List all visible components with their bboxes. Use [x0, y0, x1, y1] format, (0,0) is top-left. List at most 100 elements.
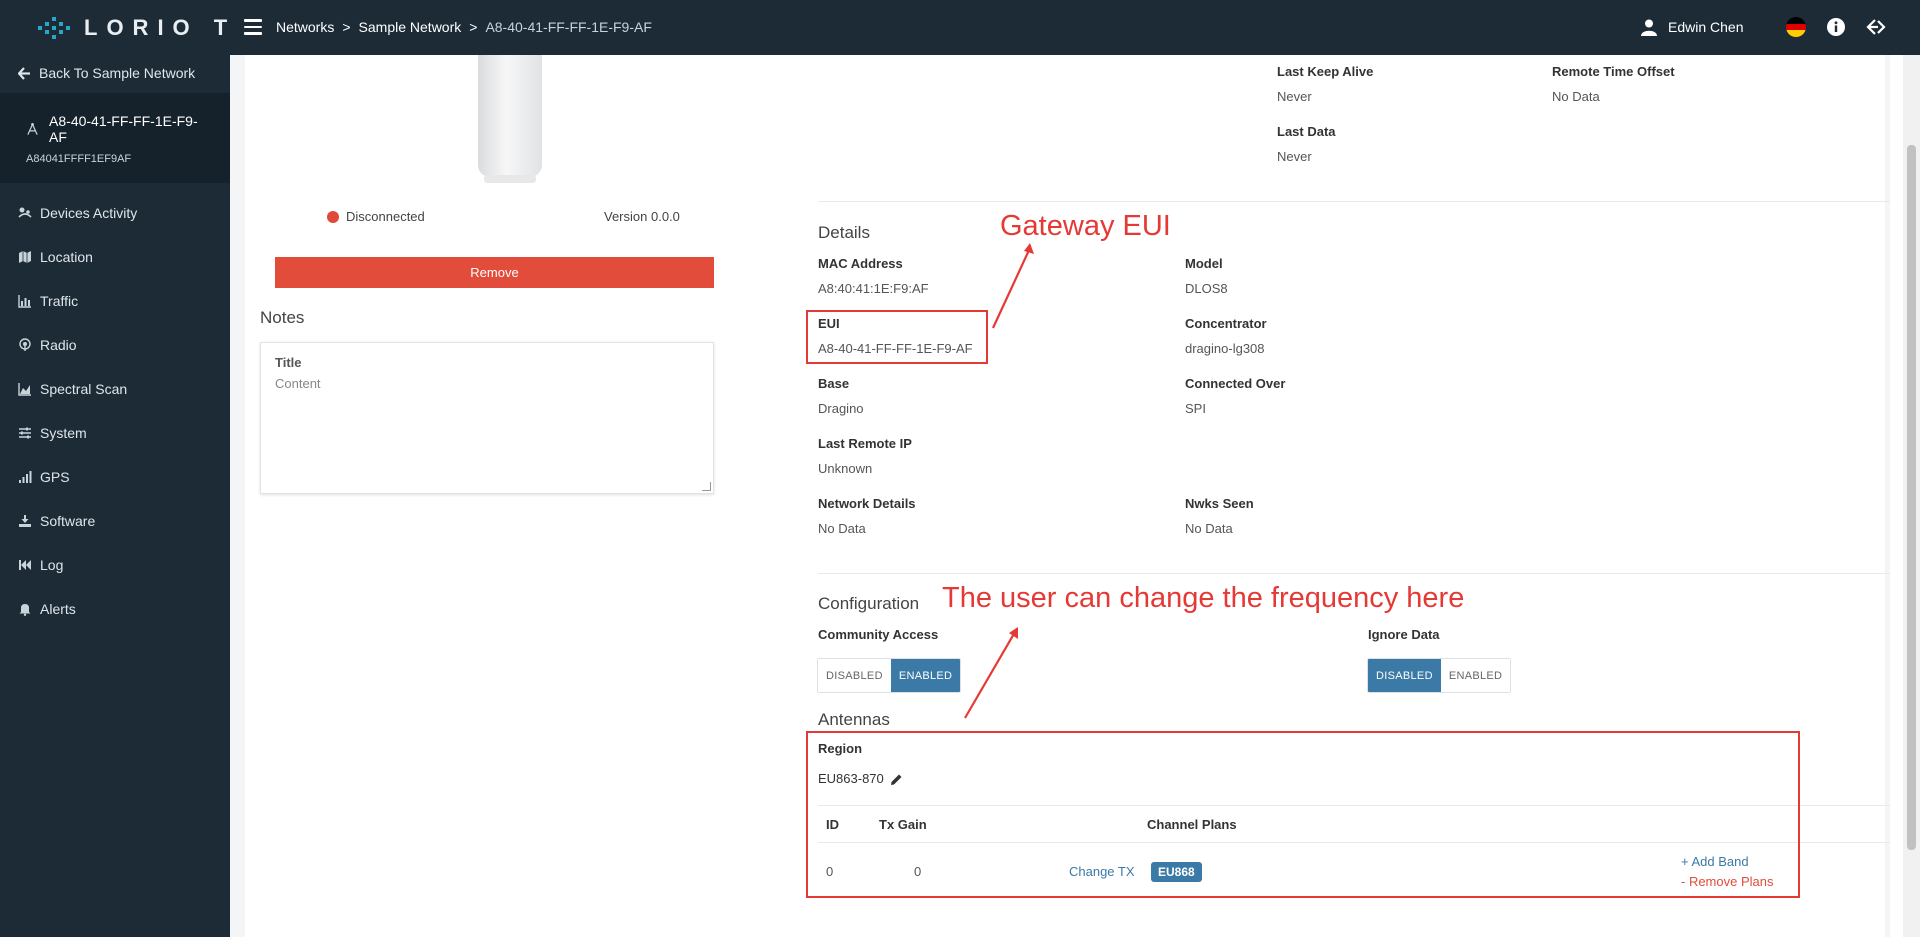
- sidebar-item-label: Traffic: [40, 293, 79, 309]
- ignore-data-toggle: DISABLED ENABLED: [1367, 658, 1512, 693]
- arrow-left-icon: [18, 66, 30, 80]
- notes-title: Title: [275, 355, 302, 370]
- gateway-device-image: [478, 55, 542, 183]
- sidebar-item-system[interactable]: System: [0, 411, 230, 455]
- sidebar-item-devices-activity[interactable]: Devices Activity: [0, 191, 230, 235]
- remove-button[interactable]: Remove: [275, 257, 714, 288]
- community-access-enabled[interactable]: ENABLED: [890, 659, 961, 692]
- sidebar-item-label: Devices Activity: [40, 205, 138, 221]
- sidebar-item-label: Software: [40, 513, 96, 529]
- community-access-label: Community Access: [818, 627, 939, 642]
- brand-logo[interactable]: LORIO T: [36, 13, 236, 43]
- ignore-data-enabled[interactable]: ENABLED: [1440, 659, 1511, 692]
- section-divider: [818, 573, 1890, 574]
- sidebar-item-label: GPS: [40, 469, 70, 485]
- base-value: Dragino: [818, 401, 864, 416]
- community-access-toggle: DISABLED ENABLED: [817, 658, 962, 693]
- gateway-id: A84041FFFF1EF9AF: [26, 153, 132, 165]
- user-icon: [1641, 19, 1657, 36]
- sidebar: Back To Sample Network A8-40-41-FF-FF-1E…: [0, 55, 230, 937]
- ignore-data-disabled[interactable]: DISABLED: [1368, 659, 1441, 692]
- concentrator-label: Concentrator: [1185, 316, 1267, 331]
- connected-over-label: Connected Over: [1185, 376, 1286, 391]
- radio-icon: [18, 338, 32, 352]
- model-value: DLOS8: [1185, 281, 1228, 296]
- sidebar-item-traffic[interactable]: Traffic: [0, 279, 230, 323]
- flag-stripe-red: [1786, 23, 1806, 31]
- sidebar-item-radio[interactable]: Radio: [0, 323, 230, 367]
- bar-chart-icon: [18, 294, 32, 308]
- user-menu[interactable]: Edwin Chen: [1640, 18, 1744, 36]
- map-icon: [18, 250, 32, 264]
- mac-address-label: MAC Address: [818, 256, 903, 271]
- sidebar-item-label: Spectral Scan: [40, 381, 128, 397]
- notes-heading: Notes: [260, 308, 305, 327]
- menu-toggle-icon[interactable]: [244, 19, 262, 35]
- sidebar-item-gps[interactable]: GPS: [0, 455, 230, 499]
- page-scrollbar[interactable]: [1903, 55, 1920, 937]
- nwks-seen-label: Nwks Seen: [1185, 496, 1254, 511]
- sidebar-item-spectral-scan[interactable]: Spectral Scan: [0, 367, 230, 411]
- area-chart-icon: [18, 382, 32, 396]
- logout-icon[interactable]: [1865, 16, 1887, 38]
- sidebar-item-label: Location: [40, 249, 93, 265]
- sidebar-item-label: System: [40, 425, 87, 441]
- last-remote-ip-label: Last Remote IP: [818, 436, 912, 451]
- activity-icon: [18, 206, 32, 220]
- breadcrumb-sample-network[interactable]: Sample Network: [359, 19, 462, 35]
- gateway-summary: A8-40-41-FF-FF-1E-F9-AF A84041FFFF1EF9AF: [0, 93, 230, 183]
- top-bar: LORIO T Networks > Sample Network > A8-4…: [0, 0, 1920, 55]
- sidebar-item-label: Alerts: [40, 601, 76, 617]
- sliders-icon: [18, 426, 32, 440]
- info-icon[interactable]: [1825, 16, 1847, 38]
- breadcrumb-separator: >: [469, 19, 478, 35]
- top-actions: [1785, 16, 1887, 38]
- last-remote-ip-value: Unknown: [818, 461, 873, 476]
- scrollbar-thumb[interactable]: [1907, 145, 1916, 850]
- sidebar-item-location[interactable]: Location: [0, 235, 230, 279]
- network-details-value: No Data: [818, 521, 866, 536]
- brand-name: LORIO T: [84, 15, 237, 40]
- breadcrumb-current: A8-40-41-FF-FF-1E-F9-AF: [485, 19, 652, 35]
- connected-over-value: SPI: [1185, 401, 1206, 416]
- logo-mark-icon: [38, 17, 70, 39]
- flag-stripe-gold: [1786, 30, 1806, 37]
- resize-handle-icon[interactable]: [702, 482, 711, 491]
- section-divider: [818, 201, 1890, 202]
- ignore-data-label: Ignore Data: [1368, 627, 1440, 642]
- last-keep-alive-label: Last Keep Alive: [1277, 64, 1374, 79]
- details-heading: Details: [818, 223, 870, 242]
- back-to-network-link[interactable]: Back To Sample Network: [0, 55, 230, 91]
- last-data-label: Last Data: [1277, 124, 1336, 139]
- breadcrumb: Networks > Sample Network > A8-40-41-FF-…: [276, 19, 652, 35]
- remote-time-offset-label: Remote Time Offset: [1552, 64, 1675, 79]
- last-data-value: Never: [1277, 149, 1312, 164]
- eui-arrow-icon: [992, 243, 1034, 329]
- status-dot-icon: [327, 210, 339, 223]
- gateway-name: A8-40-41-FF-FF-1E-F9-AF: [49, 113, 198, 145]
- nwks-seen-value: No Data: [1185, 521, 1233, 536]
- last-keep-alive-value: Never: [1277, 89, 1312, 104]
- language-flag-icon[interactable]: [1785, 16, 1807, 38]
- sidebar-item-label: Radio: [40, 337, 77, 353]
- community-access-disabled[interactable]: DISABLED: [818, 659, 891, 692]
- remote-time-offset-value: No Data: [1552, 89, 1600, 104]
- notes-textarea[interactable]: Title Content: [260, 342, 714, 494]
- sidebar-item-software[interactable]: Software: [0, 499, 230, 543]
- connection-status: Disconnected: [327, 209, 425, 224]
- frequency-note: The user can change the frequency here: [942, 582, 1465, 614]
- breadcrumb-networks[interactable]: Networks: [276, 19, 334, 35]
- bell-icon: [18, 602, 32, 616]
- sidebar-item-log[interactable]: Log: [0, 543, 230, 587]
- back-link-label: Back To Sample Network: [39, 65, 196, 81]
- frequency-arrow-icon: [964, 627, 1018, 719]
- network-details-label: Network Details: [818, 496, 916, 511]
- flag-stripe-black: [1786, 17, 1806, 24]
- rewind-icon: [18, 558, 32, 572]
- signal-icon: [18, 470, 32, 484]
- antennas-highlight-box: [806, 731, 1800, 898]
- model-label: Model: [1185, 256, 1223, 271]
- antenna-icon: [27, 122, 38, 135]
- sidebar-item-label: Log: [40, 557, 64, 573]
- sidebar-item-alerts[interactable]: Alerts: [0, 587, 230, 631]
